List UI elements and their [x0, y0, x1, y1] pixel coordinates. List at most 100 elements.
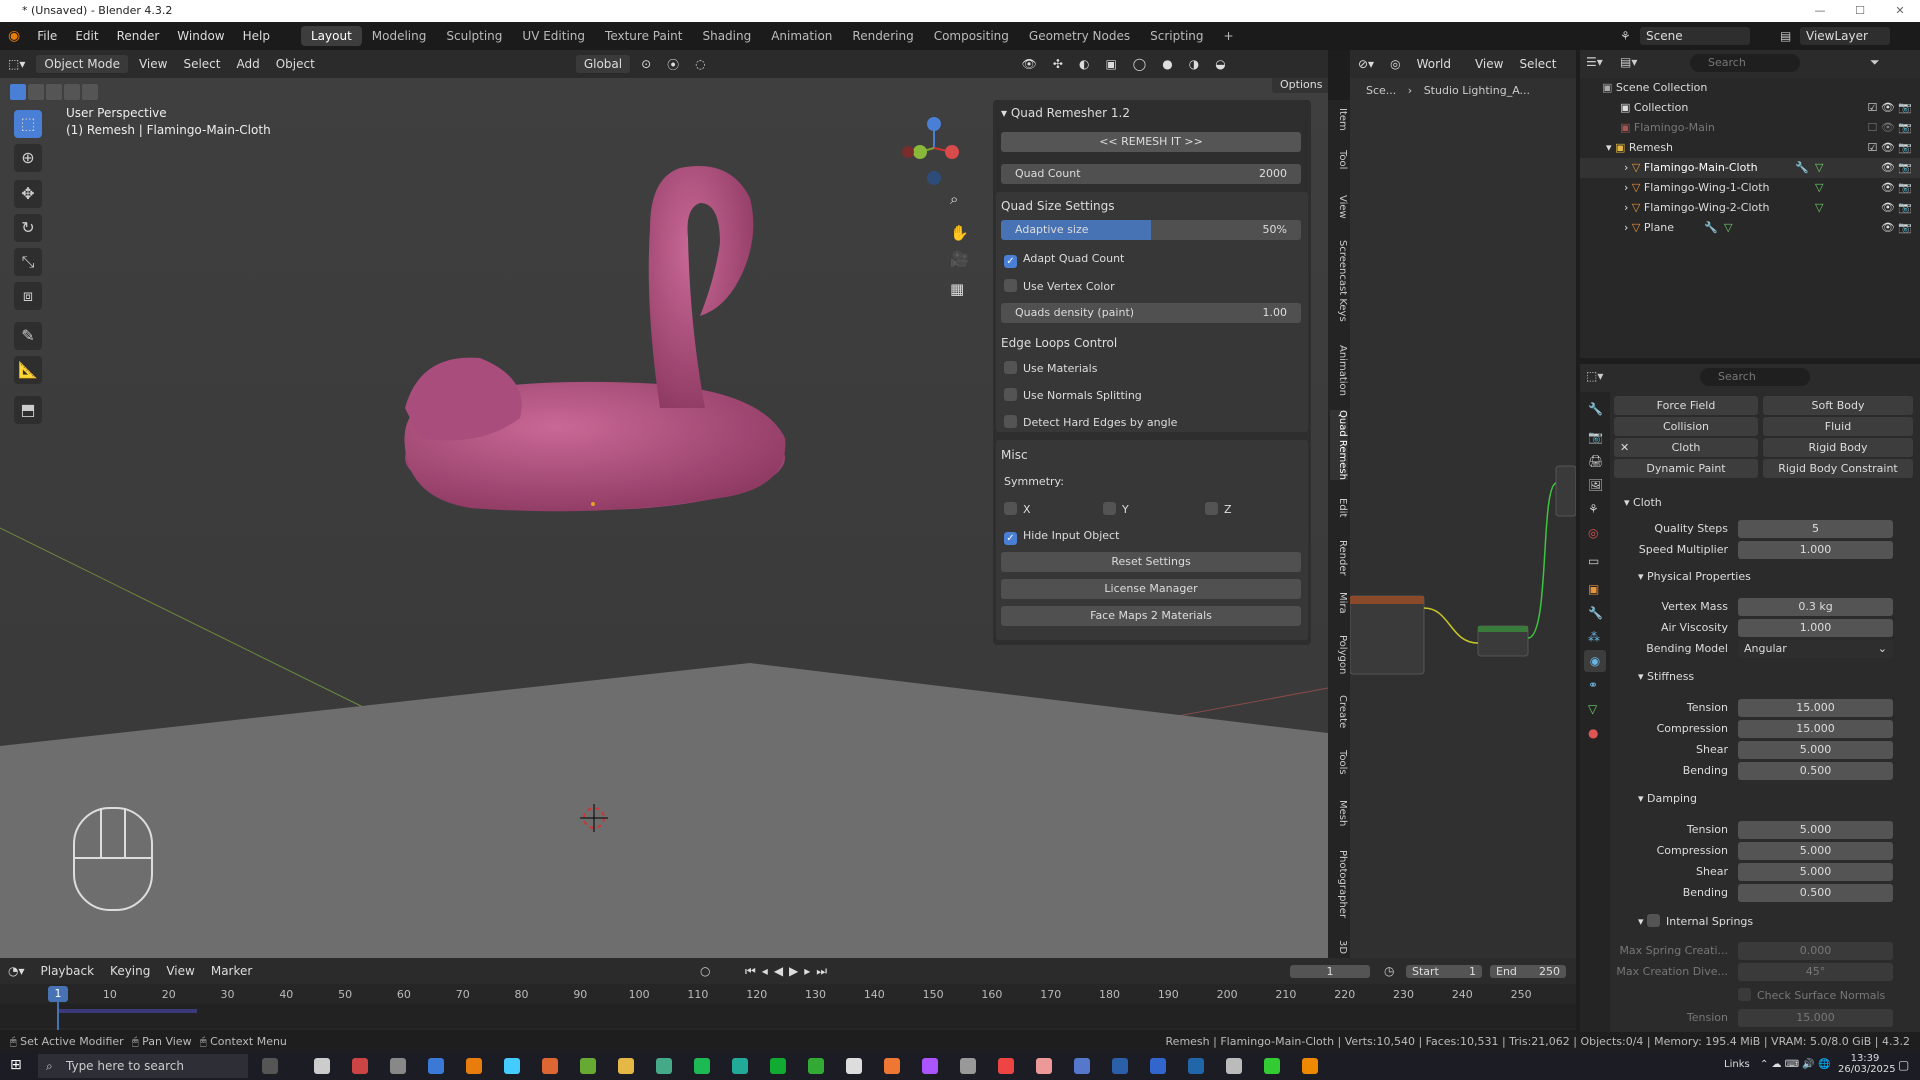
- viewport-menu-select[interactable]: Select: [175, 55, 228, 73]
- editor-type-icon[interactable]: ⬚▾: [0, 55, 33, 73]
- scene-selector[interactable]: Scene: [1640, 27, 1750, 45]
- links-label[interactable]: Links: [1724, 1059, 1750, 1070]
- outliner-type-icon[interactable]: ☰▾: [1586, 55, 1603, 69]
- camera-view-icon[interactable]: 🎥: [950, 250, 969, 268]
- collision-button[interactable]: Collision: [1614, 417, 1758, 436]
- quad-remesher-title[interactable]: ▾ Quad Remesher 1.2: [1001, 106, 1130, 120]
- tab-photographer[interactable]: Photographer: [1330, 850, 1348, 918]
- tab-polygon[interactable]: Polygon: [1330, 635, 1348, 674]
- rotate-tool-icon[interactable]: ↻: [14, 214, 42, 242]
- constraints-props-icon[interactable]: ⚭: [1588, 678, 1598, 692]
- select-intersect-icon[interactable]: [82, 84, 98, 100]
- reset-settings-button[interactable]: Reset Settings: [1001, 552, 1301, 572]
- tab-scripting[interactable]: Scripting: [1140, 26, 1213, 46]
- blender-app-icon[interactable]: [466, 1058, 482, 1074]
- timeline-menu-playback[interactable]: Playback: [33, 962, 103, 980]
- symmetry-z-checkbox[interactable]: Z: [1205, 502, 1232, 517]
- vscode-icon[interactable]: [1188, 1058, 1204, 1074]
- node-menu-view[interactable]: View: [1467, 55, 1511, 73]
- symmetry-y-checkbox[interactable]: Y: [1103, 502, 1129, 517]
- view-layer-props-icon[interactable]: 🖼: [1588, 478, 1603, 492]
- dynamic-paint-button[interactable]: Dynamic Paint: [1614, 459, 1758, 478]
- outliner-row[interactable]: › ▽ Plane 🔧 ▽ 👁 📷: [1580, 218, 1920, 238]
- render-props-icon[interactable]: 📷: [1588, 430, 1603, 444]
- app-icon[interactable]: [542, 1058, 558, 1074]
- app-icon[interactable]: [314, 1058, 330, 1074]
- app-icon[interactable]: [352, 1058, 368, 1074]
- quad-count-field[interactable]: Quad Count 2000: [1001, 164, 1301, 184]
- outliner-row[interactable]: › ▽ Flamingo-Wing-1-Cloth ▽ 👁 📷: [1580, 178, 1920, 198]
- app-icon[interactable]: [884, 1058, 900, 1074]
- zoom-icon[interactable]: ⌕: [950, 190, 958, 208]
- output-props-icon[interactable]: 🖨: [1588, 454, 1603, 468]
- damping-header[interactable]: ▾ Damping: [1638, 792, 1697, 805]
- xray-icon[interactable]: ▣: [1097, 55, 1124, 73]
- tab-create[interactable]: Create: [1330, 695, 1348, 728]
- measure-tool-icon[interactable]: 📐: [14, 356, 42, 384]
- menu-help[interactable]: Help: [234, 29, 279, 43]
- data-props-icon[interactable]: ▽: [1588, 702, 1597, 716]
- tab-3d[interactable]: 3D: [1330, 940, 1348, 954]
- task-view-icon[interactable]: [262, 1058, 278, 1074]
- tab-texture-paint[interactable]: Texture Paint: [595, 26, 692, 46]
- max-creation-dive-field[interactable]: 45°: [1738, 963, 1893, 981]
- menu-edit[interactable]: Edit: [66, 29, 107, 43]
- photoshop-icon[interactable]: [1112, 1058, 1128, 1074]
- display-mode-icon[interactable]: ▤▾: [1620, 55, 1637, 69]
- symmetry-x-checkbox[interactable]: X: [1004, 502, 1031, 517]
- tab-render[interactable]: Render: [1330, 540, 1348, 576]
- app-icon[interactable]: [1264, 1058, 1280, 1074]
- max-spring-field[interactable]: 0.000: [1738, 942, 1893, 960]
- app-icon[interactable]: [656, 1058, 672, 1074]
- adapt-quad-count-checkbox[interactable]: ✓ Adapt Quad Count: [1004, 252, 1124, 268]
- app-icon[interactable]: [732, 1058, 748, 1074]
- playback-controls[interactable]: ⏮◂◀▶▸⏭: [745, 964, 833, 979]
- menu-window[interactable]: Window: [168, 29, 233, 43]
- vertex-mass-field[interactable]: 0.3 kg: [1738, 598, 1893, 616]
- cursor-tool-icon[interactable]: ⊕: [14, 144, 42, 172]
- transform-orientation-dropdown[interactable]: Global: [575, 55, 631, 73]
- scene-icon[interactable]: ⚘: [1620, 29, 1631, 43]
- air-viscosity-field[interactable]: 1.000: [1738, 619, 1893, 637]
- app-icon[interactable]: [808, 1058, 824, 1074]
- app-icon[interactable]: [390, 1058, 406, 1074]
- cloth-panel-header[interactable]: ▾ Cloth: [1624, 496, 1662, 509]
- proportional-edit-icon[interactable]: ◌: [687, 55, 713, 73]
- app-icon[interactable]: [618, 1058, 634, 1074]
- app-icon[interactable]: [1036, 1058, 1052, 1074]
- snap-icon[interactable]: ⦿: [659, 54, 687, 75]
- outliner-row[interactable]: › ▽ Flamingo-Main-Cloth 🔧 ▽ 👁 📷: [1580, 158, 1920, 178]
- tab-rendering[interactable]: Rendering: [842, 26, 923, 46]
- use-materials-checkbox[interactable]: Use Materials: [1004, 361, 1097, 376]
- stiffness-tension-field[interactable]: 15.000: [1738, 699, 1893, 717]
- stiffness-compression-field[interactable]: 15.000: [1738, 720, 1893, 738]
- ortho-toggle-icon[interactable]: ▦: [950, 280, 964, 298]
- tab-layout[interactable]: Layout: [300, 26, 362, 46]
- detect-hard-edges-checkbox[interactable]: Detect Hard Edges by angle: [1004, 415, 1177, 430]
- physics-props-icon[interactable]: ◉: [1584, 650, 1606, 672]
- properties-search-input[interactable]: Search: [1700, 368, 1810, 386]
- app-icon[interactable]: [1074, 1058, 1090, 1074]
- speed-multiplier-field[interactable]: 1.000: [1738, 541, 1893, 559]
- collection-props-icon[interactable]: ▭: [1588, 554, 1599, 568]
- add-workspace-icon[interactable]: +: [1214, 26, 1244, 46]
- taskbar-search-input[interactable]: ⌕ Type here to search: [38, 1054, 248, 1078]
- particles-props-icon[interactable]: ⁂: [1588, 630, 1600, 644]
- playhead[interactable]: 1: [48, 986, 68, 1002]
- scale-tool-icon[interactable]: ⤡: [14, 248, 42, 276]
- app-icon[interactable]: [770, 1058, 786, 1074]
- timeline-menu-marker[interactable]: Marker: [203, 962, 260, 980]
- app-icon[interactable]: [504, 1058, 520, 1074]
- filter-icon[interactable]: ⏷: [1870, 55, 1880, 70]
- preview-range-icon[interactable]: ◷: [1384, 964, 1394, 978]
- shading-material-icon[interactable]: ◑: [1181, 55, 1207, 73]
- pivot-icon[interactable]: ⊙: [633, 55, 659, 73]
- remesh-it-button[interactable]: << REMESH IT >>: [1001, 132, 1301, 152]
- node-editor-type-icon[interactable]: ⊘▾: [1350, 55, 1382, 73]
- properties-type-icon[interactable]: ⬚▾: [1586, 369, 1603, 383]
- node-menu-select[interactable]: Select: [1511, 55, 1564, 73]
- viewport-menu-add[interactable]: Add: [228, 55, 267, 73]
- select-box-tool-icon[interactable]: ⬚: [14, 110, 42, 138]
- material-props-icon[interactable]: ●: [1588, 726, 1598, 740]
- select-new-icon[interactable]: [10, 84, 26, 100]
